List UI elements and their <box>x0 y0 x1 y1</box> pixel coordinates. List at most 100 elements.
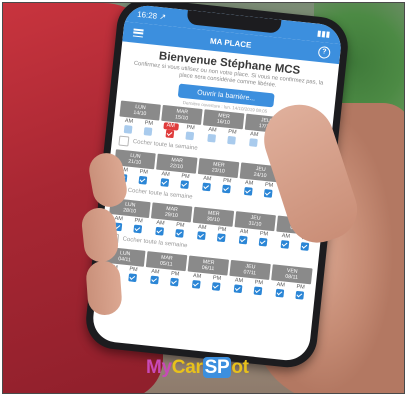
slot-am: AM <box>120 118 136 134</box>
slot-am: AM <box>157 171 173 187</box>
check-week-checkbox[interactable] <box>118 135 130 147</box>
slot-am: AM <box>235 228 251 245</box>
slot-row: AM PM <box>118 117 159 136</box>
slot-checkbox[interactable] <box>258 237 268 247</box>
slot-am: AM <box>188 273 204 289</box>
slot-am: AM <box>277 233 293 249</box>
slot-pm: PM <box>292 284 308 300</box>
slot-am: AM <box>147 268 163 285</box>
slot-checkbox[interactable] <box>263 189 273 198</box>
slot-pm: PM <box>135 169 151 185</box>
slot-am: AM <box>194 224 210 241</box>
slot-am: AM <box>240 180 256 196</box>
slot-checkbox[interactable] <box>150 275 159 285</box>
check-week-label: Cocher toute la semaine <box>122 236 188 250</box>
slot-label: AM <box>208 126 217 134</box>
status-time: 16:28 ↗ <box>136 9 167 22</box>
slot-checkbox[interactable] <box>295 290 305 300</box>
slot-checkbox[interactable] <box>243 186 253 196</box>
slot-pm: PM <box>250 279 266 296</box>
slot-checkbox[interactable] <box>216 233 226 243</box>
slot-checkbox[interactable] <box>280 240 290 249</box>
slot-checkbox[interactable] <box>143 127 153 136</box>
slot-checkbox[interactable] <box>222 184 231 194</box>
slot-checkbox[interactable] <box>300 242 310 251</box>
slot-label: PM <box>186 124 196 132</box>
slot-checkbox[interactable] <box>253 286 263 296</box>
app-title: MA PLACE <box>209 36 252 50</box>
slot-label: PM <box>227 128 237 136</box>
battery-icon: ▮▮▮ <box>316 28 331 39</box>
slot-pm: PM <box>130 217 146 234</box>
slot-am: AM <box>204 126 220 143</box>
day-column: MER 06/11 AM PM <box>186 255 230 291</box>
slot-row: AM PM <box>201 126 242 145</box>
brand-logo: MyCar SP ot <box>146 357 249 383</box>
slot-pm: PM <box>208 275 224 291</box>
slot-checkbox[interactable] <box>227 135 236 145</box>
day-column: MAR 15/10 AM PM <box>160 104 203 141</box>
slot-checkbox[interactable] <box>202 182 211 192</box>
day-column: LUN 14/10 AM PM <box>118 100 161 137</box>
slot-am: AM <box>152 220 168 236</box>
slot-pm: PM <box>125 266 141 283</box>
brand-part: Car <box>171 357 203 378</box>
day-column: MAR 22/10 AM PM <box>154 153 198 190</box>
slot-pm: PM <box>177 173 193 190</box>
left-finger <box>85 259 123 317</box>
slot-am: AM <box>246 131 262 147</box>
slot-pm: PM <box>172 222 188 238</box>
brand-part: My <box>146 357 172 378</box>
slot-checkbox[interactable] <box>133 224 143 234</box>
slot-pm: PM <box>140 120 156 136</box>
slot-checkbox[interactable] <box>233 284 243 294</box>
slot-row: AMPM <box>144 268 185 287</box>
slot-row: AMPM <box>154 171 195 190</box>
help-icon[interactable]: ? <box>317 45 331 60</box>
slot-checkbox[interactable] <box>191 279 201 289</box>
slot-checkbox[interactable] <box>128 273 138 283</box>
slot-checkbox[interactable] <box>275 288 285 298</box>
slot-pm: PM <box>224 129 240 145</box>
day-column: MER 16/10 AM PM <box>201 109 245 145</box>
slot-row: AMPM <box>228 277 269 296</box>
slot-checkbox[interactable] <box>155 226 165 236</box>
slot-am: AM <box>272 281 288 298</box>
slot-pm: PM <box>255 230 271 247</box>
slot-checkbox[interactable] <box>249 138 258 147</box>
slot-checkbox[interactable] <box>180 180 190 190</box>
slot-checkbox[interactable] <box>123 125 133 134</box>
slot-checkbox[interactable] <box>138 175 148 185</box>
slot-pm: PM <box>167 270 183 287</box>
slot-row: AMPM <box>269 281 310 300</box>
slot-am: AM <box>199 175 215 192</box>
menu-icon[interactable] <box>132 28 144 38</box>
slot-am: AM <box>162 122 179 139</box>
slot-row: AMPM <box>149 219 190 238</box>
slot-checkbox[interactable] <box>170 277 179 287</box>
slot-checkbox[interactable] <box>238 235 248 245</box>
day-column: MAR 05/11 AM PM <box>144 251 188 287</box>
slot-checkbox[interactable] <box>160 178 170 187</box>
slot-pm: PM <box>219 177 235 194</box>
brand-part: ot <box>231 357 249 378</box>
day-column: MER 30/10 AM PM <box>191 206 235 243</box>
slot-checkbox[interactable] <box>185 131 195 141</box>
slot-pm: PM <box>182 124 198 141</box>
slot-checkbox[interactable] <box>207 133 217 143</box>
slot-checkbox[interactable] <box>197 231 206 241</box>
slot-label: AM <box>124 118 134 125</box>
slot-row: AMPM <box>238 179 279 198</box>
day-column: MER 23/10 AM PM <box>196 158 240 194</box>
day-column: JEU 07/11 AM PM <box>228 259 271 296</box>
slot-checkbox[interactable] <box>165 129 175 139</box>
slot-row: AMPM <box>191 224 232 243</box>
slot-checkbox[interactable] <box>175 228 184 238</box>
slot-checkbox[interactable] <box>211 282 221 291</box>
day-column: VEN 08/11 AM PM <box>269 264 313 300</box>
slot-label: AM <box>249 131 259 139</box>
day-column: MAR 29/10 AM PM <box>149 202 193 238</box>
slot-label: PM <box>144 120 154 127</box>
slot-row: AM PM <box>160 122 201 141</box>
slot-pm: PM <box>260 182 276 198</box>
